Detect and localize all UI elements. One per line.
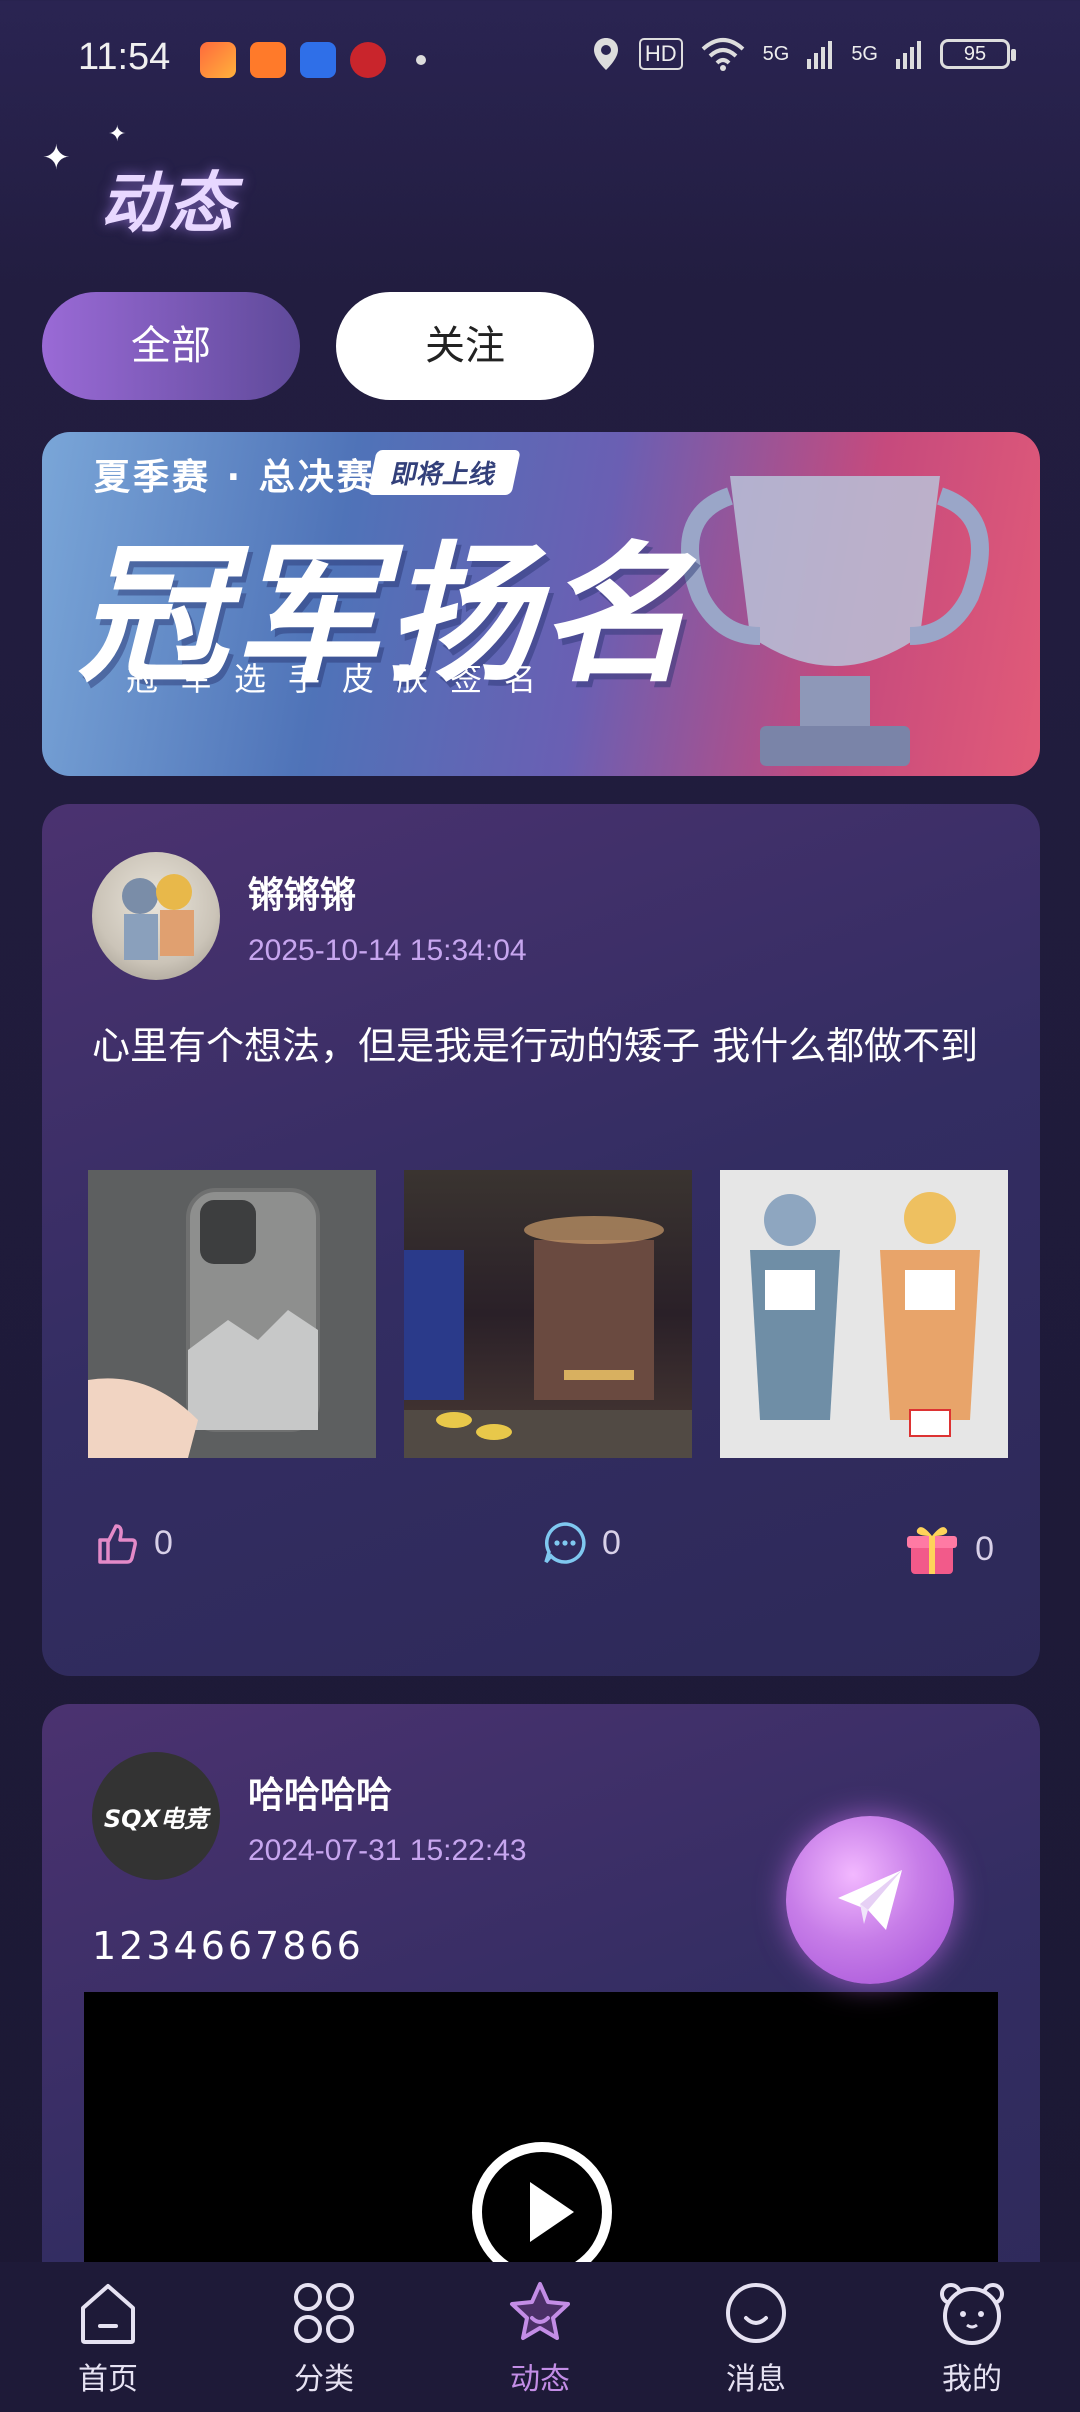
nav-category[interactable]: 分类 [264,2278,384,2398]
tab-all[interactable]: 全部 [42,292,300,400]
avatar[interactable] [92,852,220,980]
app-notification-icon [200,42,236,78]
comment-icon [544,1522,586,1564]
comment-button[interactable]: 0 [542,1520,621,1566]
app-notification-icon [250,42,286,78]
star-icon [510,2282,570,2340]
message-icon [726,2283,786,2343]
comment-count: 0 [602,1523,621,1562]
post-datetime: 2025-10-14 15:34:04 [248,934,527,967]
battery-icon: 95 [940,39,1016,69]
wifi-icon [701,38,744,71]
app-notification-icon [350,42,386,78]
location-icon [593,38,618,70]
nav-profile[interactable]: 我的 [912,2278,1032,2398]
paper-plane-icon [838,1870,902,1930]
status-bar: 11:54 HD 5G 5G 95 [0,0,1080,124]
post-card[interactable]: 锵锵锵 2025-10-14 15:34:04 心里有个想法，但是我是行动的矮子… [42,804,1040,1676]
like-count: 0 [154,1523,173,1562]
avatar-logo-text: SQX电竞 [103,1804,209,1833]
system-icons: HD 5G 5G 95 [591,36,1016,72]
signal-icon [807,41,833,69]
nav-dynamics[interactable]: 动态 [480,2278,600,2398]
signal-icon [896,41,921,69]
post-username[interactable]: 哈哈哈哈 [248,1766,392,1818]
gift-button[interactable]: 0 [903,1520,994,1578]
banner-caption: 冠军选手皮肤签名 [126,660,559,698]
signal-5g-1: 5G [762,42,790,65]
post-datetime: 2024-07-31 15:22:43 [248,1834,527,1867]
notification-icons [200,42,426,78]
post-text: 心里有个想法，但是我是行动的矮子 我什么都做不到 [92,1024,979,1068]
post-image-bar[interactable] [404,1170,692,1458]
play-icon[interactable] [472,2142,612,2282]
nav-label: 消息 [726,2362,786,2397]
post-image-phone-case[interactable] [88,1170,376,1458]
grid-icon [294,2283,354,2343]
sparkle-icon: ✦ [42,138,71,178]
nav-label: 我的 [942,2362,1002,2397]
avatar[interactable]: SQX电竞 [92,1752,220,1880]
nav-label: 分类 [294,2362,354,2397]
gift-count: 0 [975,1529,994,1568]
gift-icon [907,1527,958,1574]
nav-label: 动态 [510,2362,570,2397]
post-images [88,1170,1008,1458]
hd-icon: HD [638,38,683,70]
thumbs-up-icon [98,1524,137,1564]
home-icon [81,2284,135,2344]
tab-follow[interactable]: 关注 [336,292,594,400]
banner-tag: 即将上线 [367,450,521,495]
publish-button[interactable] [786,1816,954,1984]
bear-icon [940,2283,1004,2345]
status-time: 11:54 [78,36,171,78]
page-title: 动态 [100,165,236,242]
nav-messages[interactable]: 消息 [696,2278,816,2398]
more-notifications-dot [416,55,426,65]
bouquet-avatar-image [122,874,194,960]
post-image-bouquets[interactable] [720,1170,1008,1458]
nav-home[interactable]: 首页 [48,2278,168,2398]
post-username[interactable]: 锵锵锵 [248,866,356,918]
post-actions: 0 0 0 [94,1520,994,1580]
sparkle-icon: ✦ [108,122,127,147]
signal-5g-2: 5G [851,42,878,65]
trophy-icon [681,476,989,766]
banner-subtitle: 夏季赛 · 总决赛 [94,457,376,498]
nav-label: 首页 [78,2362,138,2397]
promo-banner[interactable]: 夏季赛 · 总决赛 即将上线 冠军扬名 冠军选手皮肤签名 [42,432,1040,776]
like-button[interactable]: 0 [94,1520,173,1566]
app-notification-icon [300,42,336,78]
bottom-nav: 首页 分类 动态 消息 我的 [0,2262,1080,2412]
